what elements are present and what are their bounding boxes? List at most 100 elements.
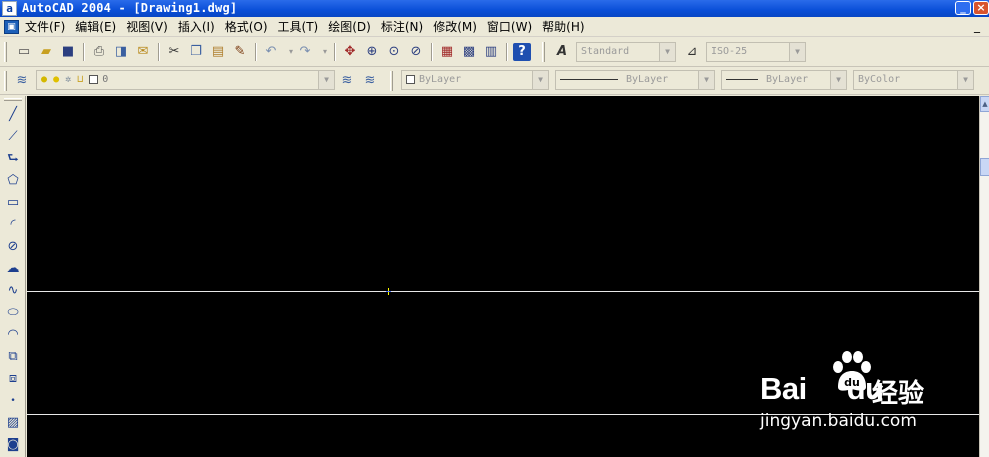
arc-icon[interactable]: ◜ [3, 215, 23, 235]
menu-help[interactable]: 帮助(H) [537, 17, 589, 37]
toolbar-separator [431, 43, 433, 61]
menu-format[interactable]: 格式(O) [220, 17, 273, 37]
dim-style-value: ISO-25 [711, 46, 748, 57]
open-icon[interactable]: ▰ [37, 43, 55, 61]
paw-icon: du [833, 351, 871, 391]
menu-draw[interactable]: 绘图(D) [323, 17, 376, 37]
dim-style-select[interactable]: ISO-25 ▼ [706, 42, 806, 62]
svg-text:du: du [844, 376, 860, 389]
linetype-select[interactable]: ByLayer ▼ [555, 70, 715, 90]
ellipse-icon[interactable]: ⬭ [3, 303, 23, 323]
make-current-icon[interactable]: ≋ [338, 72, 356, 90]
scroll-up-icon[interactable]: ▲ [980, 96, 989, 112]
toolbar-grip[interactable] [4, 71, 7, 91]
minimize-button[interactable]: _ [955, 1, 971, 15]
menu-items: 文件(F) 编辑(E) 视图(V) 插入(I) 格式(O) 工具(T) 绘图(D… [25, 17, 590, 37]
toolpalettes-icon[interactable]: ▥ [482, 43, 500, 61]
ellipse-arc-icon[interactable]: ◠ [3, 325, 23, 345]
point-icon[interactable]: • [3, 391, 23, 411]
scroll-thumb[interactable] [980, 158, 989, 176]
menu-insert[interactable]: 插入(I) [173, 17, 220, 37]
hatch-icon[interactable]: ▨ [3, 413, 23, 433]
plotstyle-select[interactable]: ByColor ▼ [853, 70, 974, 90]
polygon-icon[interactable]: ⬠ [3, 171, 23, 191]
region-icon[interactable]: ◙ [3, 435, 23, 455]
document-minimize-button[interactable]: _ [970, 20, 984, 34]
toolbar-grip[interactable] [4, 98, 22, 101]
insert-block-icon[interactable]: ⧉ [3, 347, 23, 367]
lineweight-preview [726, 78, 758, 80]
copy-icon[interactable]: ❐ [187, 43, 205, 61]
document-icon[interactable]: ▣ [4, 20, 19, 34]
chevron-down-icon: ▼ [698, 71, 714, 89]
redo-icon[interactable]: ↷ [296, 43, 314, 61]
drawn-line[interactable] [27, 291, 979, 292]
menu-edit[interactable]: 编辑(E) [70, 17, 121, 37]
properties-icon[interactable]: ▦ [438, 43, 456, 61]
pan-icon[interactable]: ✥ [341, 43, 359, 61]
circle-icon[interactable]: ⊘ [3, 237, 23, 257]
autocad-icon[interactable]: a [2, 1, 17, 16]
save-icon[interactable]: ■ [59, 43, 77, 61]
toolbar-separator [506, 43, 508, 61]
crosshair-pickbox [386, 291, 391, 292]
chevron-down-icon: ▼ [532, 71, 548, 89]
toolbar-separator [158, 43, 160, 61]
designcenter-icon[interactable]: ▩ [460, 43, 478, 61]
menu-file[interactable]: 文件(F) [25, 17, 70, 37]
menu-modify[interactable]: 修改(M) [428, 17, 482, 37]
new-icon[interactable]: ▭ [15, 43, 33, 61]
color-select[interactable]: ByLayer ▼ [401, 70, 549, 90]
make-block-icon[interactable]: ⧈ [3, 369, 23, 389]
layer-previous-icon[interactable]: ≋ [361, 72, 379, 90]
sun-icon: ● [53, 74, 60, 85]
linetype-preview [560, 78, 618, 80]
vertical-scrollbar[interactable]: ▲ [979, 96, 989, 457]
preview-icon[interactable]: ◨ [112, 43, 130, 61]
spline-icon[interactable]: ∿ [3, 281, 23, 301]
toolbar-grip[interactable] [4, 42, 7, 62]
undo-icon[interactable]: ↶ [262, 43, 280, 61]
lineweight-select[interactable]: ByLayer ▼ [721, 70, 847, 90]
layer-select[interactable]: ● ● ✲ ⊔ 0 ▼ [36, 70, 335, 90]
cut-icon[interactable]: ✂ [165, 43, 183, 61]
menu-dimension[interactable]: 标注(N) [376, 17, 428, 37]
color-value: ByLayer [419, 74, 462, 85]
rectangle-icon[interactable]: ▭ [3, 193, 23, 213]
construction-line-icon[interactable]: ⟋ [3, 127, 23, 147]
print-icon[interactable]: ⎙ [90, 43, 108, 61]
text-style-icon[interactable]: A [553, 43, 571, 61]
publish-icon[interactable]: ✉ [134, 43, 152, 61]
menu-view[interactable]: 视图(V) [121, 17, 173, 37]
toolbar-separator [83, 43, 85, 61]
help-icon[interactable]: ? [513, 43, 531, 61]
layer-color-swatch [89, 74, 99, 84]
paste-icon[interactable]: ▤ [209, 43, 227, 61]
plotstyle-value: ByColor [858, 74, 901, 85]
line-icon[interactable]: ╱ [3, 105, 23, 125]
draw-toolbar: ╱ ⟋ ⮑ ⬠ ▭ ◜ ⊘ ☁ ∿ ⬭ ◠ ⧉ ⧈ • ▨ ◙ [0, 96, 26, 457]
zoom-window-icon[interactable]: ⊙ [385, 43, 403, 61]
toolbar-grip[interactable] [390, 71, 393, 91]
zoom-previous-icon[interactable]: ⊘ [407, 43, 425, 61]
redo-dropdown-icon[interactable]: ▾ [316, 43, 334, 61]
matchprop-icon[interactable]: ✎ [231, 43, 249, 61]
layer-value: 0 [102, 74, 109, 85]
title-bar: a AutoCAD 2004 - [Drawing1.dwg] _ × [0, 0, 989, 17]
lineweight-value: ByLayer [766, 74, 809, 85]
layer-manager-icon[interactable]: ≋ [13, 72, 31, 90]
revision-cloud-icon[interactable]: ☁ [3, 259, 23, 279]
watermark-cn: 经验 [872, 379, 925, 409]
close-button[interactable]: × [973, 1, 989, 15]
watermark-brand-left: Bai [760, 371, 807, 406]
menu-window[interactable]: 窗口(W) [482, 17, 537, 37]
baidu-watermark: Baidu du 经验 jingyan.baidu.com [760, 349, 970, 433]
polyline-icon[interactable]: ⮑ [3, 149, 23, 169]
toolbar-grip[interactable] [542, 42, 545, 62]
zoom-realtime-icon[interactable]: ⊕ [363, 43, 381, 61]
text-style-select[interactable]: Standard ▼ [576, 42, 676, 62]
chevron-down-icon: ▼ [659, 43, 675, 61]
dim-style-icon[interactable]: ⊿ [683, 43, 701, 61]
lock-icon: ⊔ [77, 74, 84, 85]
menu-tools[interactable]: 工具(T) [273, 17, 324, 37]
